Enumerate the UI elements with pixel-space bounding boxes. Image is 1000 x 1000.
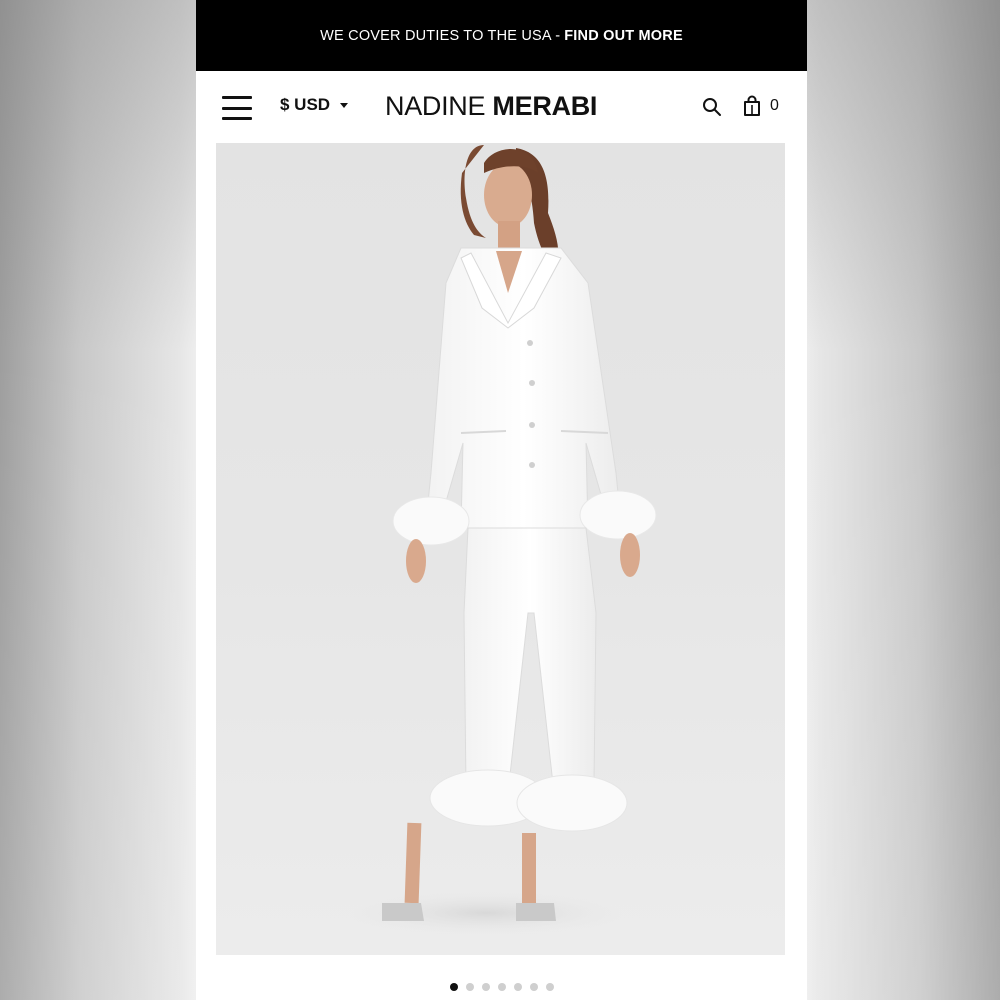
gallery-pagination: [196, 983, 807, 991]
model-illustration: [346, 145, 657, 935]
cart-count: 0: [770, 96, 779, 114]
pagination-dot[interactable]: [449, 983, 458, 991]
brand-logo[interactable]: NADINE MERABI: [385, 91, 597, 122]
hamburger-menu-icon[interactable]: [222, 96, 252, 120]
pagination-dot[interactable]: [513, 983, 522, 991]
pagination-dot[interactable]: [497, 983, 506, 991]
currency-label: $ USD: [280, 95, 331, 114]
pagination-dot[interactable]: [529, 983, 538, 991]
promo-text: WE COVER DUTIES TO THE USA -: [320, 27, 561, 44]
currency-selector[interactable]: $ USD: [280, 95, 349, 115]
shopping-bag-icon: [744, 95, 760, 116]
find-out-more-link[interactable]: FIND OUT MORE: [564, 28, 683, 44]
mobile-page: WE COVER DUTIES TO THE USA - FIND OUT MO…: [196, 0, 807, 1000]
cart-button[interactable]: 0: [743, 95, 779, 116]
pagination-dot[interactable]: [545, 983, 554, 991]
chevron-down-icon: [340, 102, 349, 108]
brand-name-last: MERABI: [492, 91, 598, 121]
promo-bar[interactable]: WE COVER DUTIES TO THE USA - FIND OUT MO…: [196, 0, 807, 71]
product-image[interactable]: [216, 143, 785, 955]
pagination-dot[interactable]: [465, 983, 474, 991]
brand-name-first: NADINE: [385, 91, 493, 121]
search-icon[interactable]: [702, 97, 722, 122]
pagination-dot[interactable]: [481, 983, 490, 991]
